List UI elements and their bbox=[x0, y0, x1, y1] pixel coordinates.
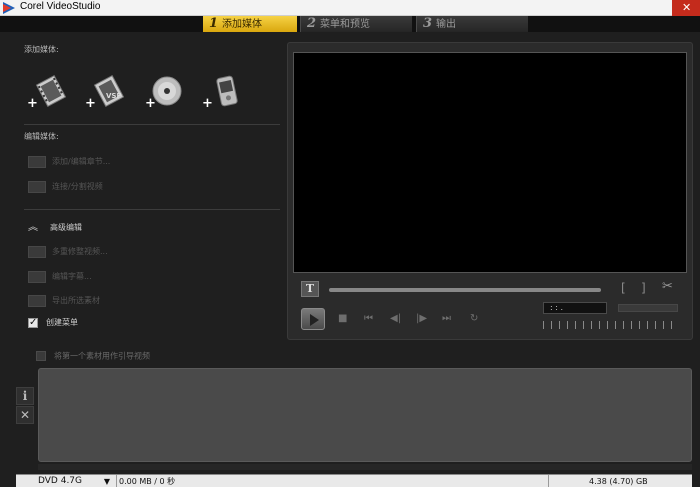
multi-trim-video-label: 多重修整视频... bbox=[52, 247, 108, 256]
go-to-start-icon[interactable]: ⏮ bbox=[364, 313, 373, 324]
title-overlay-button[interactable]: T bbox=[301, 281, 319, 297]
edit-subtitles-label: 编辑字幕... bbox=[52, 272, 92, 281]
add-edit-chapter-item[interactable]: 添加/编辑章节... bbox=[28, 155, 110, 169]
subtitle-icon bbox=[28, 270, 46, 283]
mobile-phone-icon bbox=[216, 75, 238, 107]
timecode-field[interactable]: : : . bbox=[543, 302, 607, 314]
create-menu-checkbox[interactable]: 创建菜单 bbox=[28, 316, 78, 330]
repeat-icon[interactable]: ↻ bbox=[470, 313, 478, 324]
play-button[interactable] bbox=[301, 308, 325, 330]
go-to-end-icon[interactable]: ⏭ bbox=[442, 313, 451, 324]
disc-type-select[interactable]: DVD 4.7G ▼ bbox=[18, 475, 114, 487]
mark-in-button[interactable]: [ bbox=[621, 281, 626, 295]
plus-icon: + bbox=[202, 96, 213, 111]
checkbox-unchecked-icon bbox=[36, 351, 46, 361]
add-edit-chapter-label: 添加/编辑章节... bbox=[52, 157, 111, 166]
media-tray[interactable] bbox=[38, 368, 692, 462]
tab-add-media[interactable]: 1 添加媒体 bbox=[203, 16, 297, 32]
window-title: Corel VideoStudio bbox=[20, 1, 101, 12]
tab-label: 输出 bbox=[436, 19, 457, 30]
film-strip-icon bbox=[35, 75, 67, 107]
multi-trim-icon bbox=[28, 245, 46, 258]
plus-icon: + bbox=[27, 96, 38, 111]
status-bar: DVD 4.7G ▼ 0.00 MB / 0 秒 4.38 (4.70) GB bbox=[16, 474, 692, 487]
close-icon: ✕ bbox=[682, 1, 692, 14]
left-panel: 添加媒体: + VSP + + + 编辑媒体: 添加/编辑章节... 连接/分割… bbox=[0, 32, 285, 368]
jog-wheel[interactable] bbox=[543, 321, 679, 329]
delete-button[interactable]: ✕ bbox=[16, 406, 34, 424]
next-frame-icon[interactable]: |▶ bbox=[416, 313, 427, 324]
tab-menu-preview[interactable]: 2 菜单和预览 bbox=[300, 16, 412, 32]
edit-media-heading: 编辑媒体: bbox=[24, 132, 59, 141]
volume-slider[interactable] bbox=[618, 304, 678, 312]
edit-subtitles-item[interactable]: 编辑字幕... bbox=[28, 270, 92, 284]
corel-logo-icon bbox=[3, 2, 15, 14]
stop-icon[interactable]: ■ bbox=[338, 313, 347, 324]
step-tabs: 1 添加媒体 2 菜单和预览 3 输出 bbox=[0, 16, 700, 32]
chevron-down-icon: ▼ bbox=[103, 477, 110, 486]
vsp-label: VSP bbox=[106, 92, 122, 100]
vsp-project-icon bbox=[93, 75, 125, 107]
export-selected-clip-label: 导出所选素材 bbox=[52, 296, 100, 305]
join-split-video-item[interactable]: 连接/分割视频 bbox=[28, 180, 103, 194]
plus-icon: + bbox=[85, 96, 96, 111]
app-window: Corel VideoStudio ✕ 1 添加媒体 2 菜单和预览 3 输出 添加媒… bbox=[0, 0, 700, 487]
tab-label: 菜单和预览 bbox=[320, 19, 371, 30]
disc-type-value: DVD 4.7G bbox=[38, 476, 83, 486]
divider bbox=[24, 209, 280, 210]
checkbox-checked-icon bbox=[28, 316, 38, 330]
join-split-video-label: 连接/分割视频 bbox=[52, 182, 103, 191]
used-space: 0.00 MB / 0 秒 bbox=[116, 475, 547, 487]
multi-trim-video-item[interactable]: 多重修整视频... bbox=[28, 245, 108, 259]
advanced-edit-label: 高级编辑 bbox=[50, 223, 82, 232]
export-icon bbox=[28, 294, 46, 307]
advanced-edit-toggle[interactable]: ︽ 高级编辑 bbox=[28, 221, 82, 235]
previous-frame-icon[interactable]: ◀| bbox=[390, 313, 401, 324]
tab-number: 1 bbox=[209, 16, 219, 31]
title-bar: Corel VideoStudio ✕ bbox=[0, 0, 700, 16]
tab-number: 2 bbox=[307, 16, 317, 31]
use-first-clip-label: 将第一个素材用作引导视频 bbox=[54, 351, 150, 361]
split-video-icon bbox=[28, 180, 46, 193]
mark-out-button[interactable]: ] bbox=[641, 281, 646, 295]
preview-screen bbox=[293, 52, 687, 273]
preview-panel: T [ ] ✂ ■ ⏮ ◀| |▶ ⏭ ↻ : : . bbox=[287, 42, 693, 340]
divider bbox=[24, 124, 280, 125]
chapter-icon bbox=[28, 155, 46, 168]
tab-label: 添加媒体 bbox=[222, 19, 263, 30]
media-tray-scrollbar[interactable] bbox=[38, 464, 692, 470]
tab-output[interactable]: 3 输出 bbox=[416, 16, 528, 32]
info-button[interactable]: i bbox=[16, 387, 34, 405]
free-space: 4.38 (4.70) GB bbox=[548, 475, 692, 487]
use-first-clip-checkbox[interactable]: 将第一个素材用作引导视频 bbox=[36, 351, 150, 362]
window-close-button[interactable]: ✕ bbox=[672, 0, 700, 16]
export-selected-clip-item[interactable]: 导出所选素材 bbox=[28, 294, 100, 308]
add-media-heading: 添加媒体: bbox=[24, 45, 59, 54]
plus-icon: + bbox=[145, 96, 156, 111]
create-menu-label: 创建菜单 bbox=[46, 318, 78, 327]
chevron-up-icon: ︽ bbox=[28, 222, 38, 233]
tab-number: 3 bbox=[423, 16, 433, 31]
scissors-icon[interactable]: ✂ bbox=[662, 279, 673, 294]
playback-scrubber[interactable] bbox=[329, 288, 601, 292]
